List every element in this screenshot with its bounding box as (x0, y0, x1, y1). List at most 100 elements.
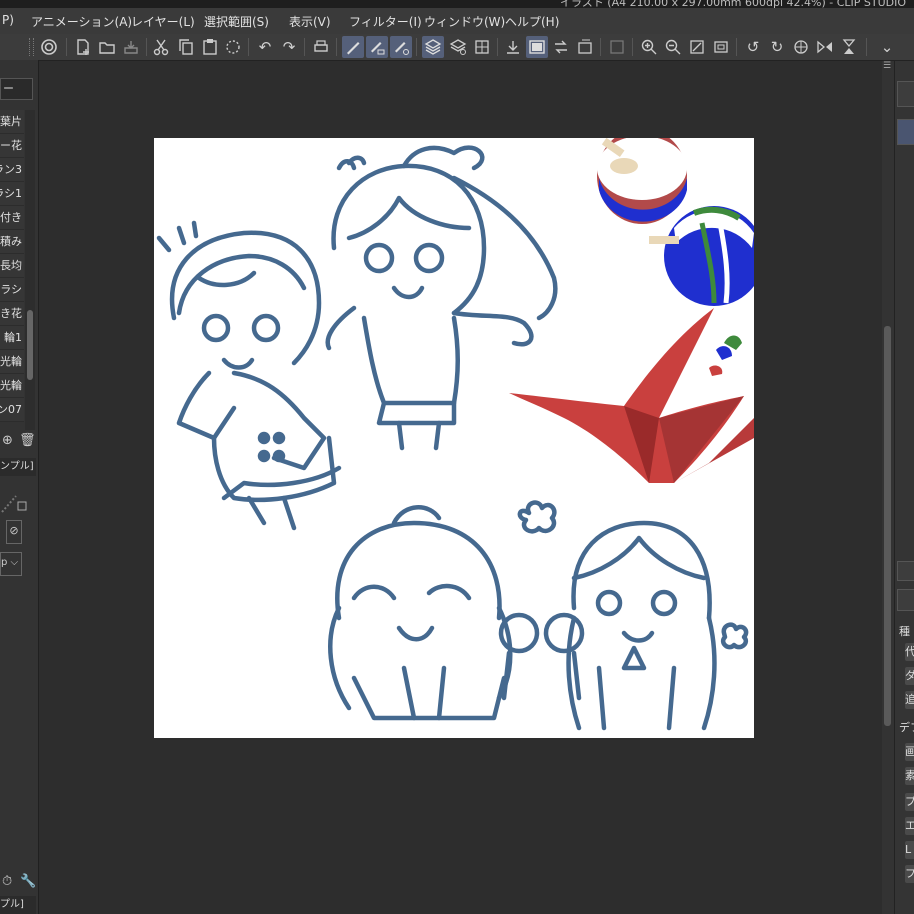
save-icon[interactable] (120, 36, 142, 58)
menu-item-selection[interactable]: 選択範囲(S) (204, 13, 269, 30)
material-button[interactable]: L (905, 841, 914, 859)
menu-item-window[interactable]: ウィンドウ(W) (424, 13, 505, 30)
character-bottom-left (328, 505, 513, 721)
spinning-top-1 (597, 138, 687, 224)
title-bar: イラスト (A4 210.00 x 297.00mm 600dpi 42.4%)… (0, 0, 914, 8)
brush-item[interactable]: き花 (0, 302, 24, 326)
canvas-artwork (156, 138, 754, 731)
brush-item[interactable]: 積み (0, 230, 24, 254)
layer-settings-icon[interactable] (447, 36, 469, 58)
menu-item-layer[interactable]: レイヤー(L) (131, 13, 195, 30)
character-top (325, 145, 558, 451)
subtool-group-header[interactable]: ー (0, 78, 33, 100)
brush-item[interactable]: 光輪 (0, 350, 24, 374)
layers-icon[interactable] (422, 36, 444, 58)
chevron-down-icon[interactable] (897, 119, 914, 145)
toolbar-grip[interactable] (29, 38, 34, 56)
undo-icon[interactable]: ↶ (254, 36, 276, 58)
character-bottom-right (566, 520, 717, 731)
brush-list-scrollbar[interactable] (25, 110, 35, 430)
kind-label: 種 (899, 625, 910, 638)
canvas-frame-icon[interactable] (526, 36, 548, 58)
flip-canvas-icon[interactable] (574, 36, 596, 58)
brush-item[interactable]: 長均 (0, 254, 24, 278)
brush-item[interactable]: ラン3 (0, 158, 24, 182)
open-folder-icon[interactable] (96, 36, 118, 58)
right-panel: 種 代 ダ 追 デフ 画 素 プ エ L フ (894, 61, 914, 914)
brush-item[interactable]: ラシ1 (0, 182, 24, 206)
redo-icon[interactable]: ↷ (278, 36, 300, 58)
menu-item-help[interactable]: ヘルプ(H) (505, 13, 559, 30)
brush-item[interactable]: ー花 (0, 134, 24, 158)
timer-icon[interactable]: ⏱ (2, 874, 12, 889)
layout-icon[interactable] (606, 36, 628, 58)
material-button[interactable]: フ (905, 865, 914, 883)
navigator-icon[interactable] (897, 81, 914, 107)
print-icon[interactable] (310, 36, 332, 58)
wrench-icon[interactable]: 🔧 (20, 874, 36, 889)
fit-screen-icon[interactable] (686, 36, 708, 58)
cut-icon[interactable] (150, 36, 172, 58)
reset-rotation-icon[interactable] (790, 36, 812, 58)
import-icon[interactable] (502, 36, 524, 58)
scroll-up-icon[interactable]: ☰ (883, 61, 891, 71)
spinning-top-2 (649, 206, 754, 306)
brush-item[interactable]: 付き (0, 206, 24, 230)
new-file-icon[interactable] (72, 36, 94, 58)
pen-icon[interactable] (342, 36, 364, 58)
rotate-left-icon[interactable]: ↺ (742, 36, 764, 58)
zoom-out-icon[interactable] (662, 36, 684, 58)
material-button[interactable]: プ (905, 793, 914, 811)
flip-horizontal-icon[interactable] (814, 36, 836, 58)
pen-layer-icon[interactable] (366, 36, 388, 58)
brush-item[interactable]: ブラシ (0, 278, 24, 302)
material-button[interactable]: 素 (905, 767, 914, 785)
drawing-canvas[interactable] (154, 138, 754, 738)
disable-icon[interactable]: ⊘ (6, 520, 22, 544)
brush-item[interactable]: 輪1 (0, 326, 24, 350)
brush-preview (0, 482, 36, 518)
command-bar: ↶ ↷ ↺ ↻ ⌄ (0, 34, 914, 61)
default-label: デフ (899, 721, 914, 734)
brush-item[interactable]: 葉片 (0, 110, 24, 134)
paper-crane (509, 308, 754, 483)
material-button[interactable]: ダ (905, 667, 914, 685)
zoom-in-icon[interactable] (638, 36, 660, 58)
folder-icon[interactable] (897, 561, 914, 581)
trash-icon[interactable]: 🗑 (19, 433, 36, 448)
transform-icon[interactable] (550, 36, 572, 58)
grid-layer-icon[interactable] (471, 36, 493, 58)
scroll-thumb[interactable] (27, 310, 33, 380)
blend-select[interactable]: p ⌵ (0, 552, 22, 576)
menu-item-view[interactable]: 表示(V) (289, 13, 331, 30)
material-button[interactable]: 追 (905, 691, 914, 709)
menu-item-p[interactable]: P) (2, 13, 14, 27)
flower-doodle (517, 500, 557, 534)
paste-icon[interactable] (199, 36, 221, 58)
menu-item-filter[interactable]: フィルター(I) (349, 13, 422, 30)
material-button[interactable]: エ (905, 817, 914, 835)
menu-item-animation[interactable]: アニメーション(A) (31, 13, 132, 30)
search-icon[interactable] (897, 589, 914, 611)
brush-size-tab[interactable]: プル] (0, 896, 36, 914)
brush-list: 葉片 ー花 ラン3 ラシ1 付き 積み 長均 ブラシ き花 輪1 光輪 光輪 ン… (0, 110, 24, 422)
tool-property-tab[interactable]: ンプル] (0, 458, 36, 476)
copy-icon[interactable] (175, 36, 197, 58)
add-subtool-icon[interactable]: ⊕ (2, 433, 13, 448)
pen-settings-icon[interactable] (390, 36, 412, 58)
flip-vertical-icon[interactable] (838, 36, 860, 58)
actual-size-icon[interactable] (710, 36, 732, 58)
brush-subtool-panel: ー 葉片 ー花 ラン3 ラシ1 付き 積み 長均 ブラシ き花 輪1 光輪 光輪… (0, 60, 39, 914)
rotate-right-icon[interactable]: ↻ (766, 36, 788, 58)
material-button[interactable]: 画 (905, 743, 914, 761)
flower-doodle (720, 622, 749, 650)
chevron-down-icon[interactable]: ⌄ (876, 36, 898, 58)
color-sketch (709, 335, 742, 376)
scroll-thumb[interactable] (884, 326, 891, 726)
material-button[interactable]: 代 (905, 643, 914, 661)
canvas-vertical-scrollbar[interactable]: ☰ (882, 61, 894, 914)
clip-studio-icon[interactable] (38, 36, 60, 58)
brush-item[interactable]: ン07 (0, 398, 24, 422)
clear-icon[interactable] (222, 36, 244, 58)
brush-item[interactable]: 光輪 (0, 374, 24, 398)
